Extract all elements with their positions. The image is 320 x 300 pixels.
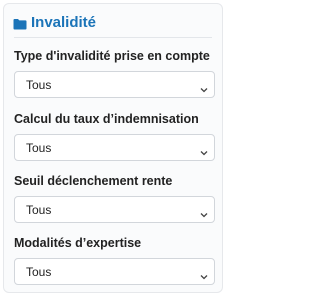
select-value: Tous xyxy=(26,141,52,155)
select-value: Tous xyxy=(26,265,52,279)
folder-icon xyxy=(13,17,27,30)
chevron-down-icon xyxy=(200,144,208,156)
section-title: Invalidité xyxy=(31,14,97,31)
filter-label-modalites-expertise: Modalités d’expertise xyxy=(14,236,142,250)
select-seuil-rente[interactable]: Tous xyxy=(14,196,215,223)
chevron-down-icon xyxy=(200,206,208,218)
select-value: Tous xyxy=(26,78,52,92)
select-value: Tous xyxy=(26,203,52,217)
chevron-down-icon xyxy=(200,81,208,93)
divider xyxy=(14,37,212,38)
select-modalites-expertise[interactable]: Tous xyxy=(14,258,215,285)
select-calcul-taux[interactable]: Tous xyxy=(14,134,215,161)
filter-label-calcul-taux: Calcul du taux d’indemnisation xyxy=(14,112,199,126)
filter-label-type-invalidite: Type d'invalidité prise en compte xyxy=(14,49,210,63)
section-header: Invalidité xyxy=(13,14,96,32)
filter-panel: Invalidité Type d'invalidité prise en co… xyxy=(3,3,223,293)
select-type-invalidite[interactable]: Tous xyxy=(14,71,215,98)
filter-label-seuil-rente: Seuil déclenchement rente xyxy=(14,174,173,188)
chevron-down-icon xyxy=(200,268,208,280)
